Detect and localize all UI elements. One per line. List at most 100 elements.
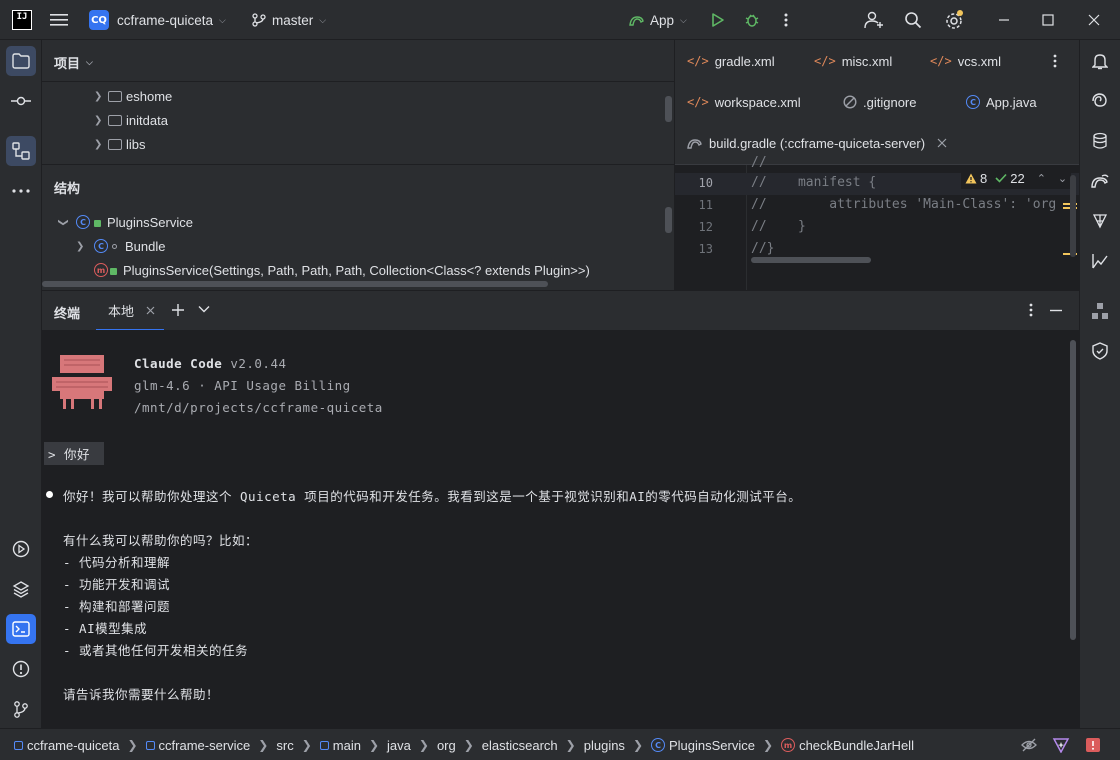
notifications-button[interactable] xyxy=(1085,46,1115,76)
terminal-dropdown-button[interactable] xyxy=(198,305,210,313)
chevron-down-icon: ⌵ xyxy=(219,14,226,25)
breadcrumb-item[interactable]: java xyxy=(387,738,411,753)
run-config-selector[interactable]: App ⌵ xyxy=(629,0,687,40)
breadcrumb-item[interactable]: ccframe-quiceta xyxy=(27,738,119,753)
error-indicator-button[interactable] xyxy=(1086,729,1100,760)
hamburger-icon xyxy=(50,14,68,26)
security-button[interactable] xyxy=(1085,336,1115,366)
breadcrumb-item[interactable]: org xyxy=(437,738,456,753)
plugins-button[interactable] xyxy=(1085,296,1115,326)
tab-gradle-xml[interactable]: </> gradle.xml xyxy=(687,41,775,81)
terminal-tool-button[interactable] xyxy=(6,614,36,644)
maximize-button[interactable] xyxy=(1042,0,1054,40)
horizontal-scrollbar[interactable] xyxy=(751,257,871,263)
code-editor[interactable]: // 10 // manifest { 11 // attributes 'Ma… xyxy=(675,155,1079,291)
tabs-more-button[interactable] xyxy=(1053,41,1057,81)
claude-logo-icon xyxy=(52,355,112,409)
chevron-down-icon xyxy=(198,306,210,313)
breadcrumb-item[interactable]: checkBundleJarHell xyxy=(799,738,914,753)
structure-tool-button[interactable] xyxy=(6,136,36,166)
run-config-name: App xyxy=(650,12,675,28)
tab-local-terminal[interactable]: 本地 xyxy=(96,291,164,331)
public-modifier-icon xyxy=(94,220,101,227)
problems-tool-button[interactable] xyxy=(6,654,36,684)
tab-gitignore[interactable]: .gitignore xyxy=(843,82,916,122)
breadcrumb-item[interactable]: main xyxy=(333,738,361,753)
close-icon xyxy=(1088,14,1100,26)
breadcrumb-item[interactable]: plugins xyxy=(584,738,625,753)
ai-spiral-icon xyxy=(1092,93,1107,107)
maven-button[interactable] xyxy=(1085,206,1115,236)
tree-item-label: libs xyxy=(126,136,146,152)
settings-button[interactable] xyxy=(944,0,964,40)
inspection-widget[interactable]: 8 22 ⌃ ⌄ xyxy=(961,167,1072,189)
more-actions-button[interactable] xyxy=(784,0,788,40)
breadcrumb: ccframe-quiceta ❯ ccframe-service ❯ src … xyxy=(14,729,914,760)
add-user-button[interactable] xyxy=(864,0,884,40)
chevron-up-icon[interactable]: ⌃ xyxy=(1037,172,1046,185)
tree-item-folder[interactable]: ❯ eshome xyxy=(94,84,172,108)
project-selector[interactable]: CQ ccframe-quiceta ⌵ xyxy=(89,0,226,40)
more-tools-button[interactable] xyxy=(6,176,36,206)
profiler-button[interactable] xyxy=(1085,246,1115,276)
package-private-icon xyxy=(112,243,117,249)
close-tab-icon[interactable] xyxy=(146,306,155,315)
debug-button[interactable] xyxy=(744,0,760,40)
bell-icon xyxy=(1092,54,1108,70)
git-tool-button[interactable] xyxy=(6,694,36,724)
gradle-config-icon xyxy=(629,16,644,26)
scrollbar-thumb[interactable] xyxy=(665,96,672,122)
tree-item-folder[interactable]: ❯ initdata xyxy=(94,108,168,132)
horizontal-scrollbar[interactable] xyxy=(42,281,548,287)
plus-icon xyxy=(172,304,184,316)
database-button[interactable] xyxy=(1085,126,1115,156)
structure-item-label: Bundle xyxy=(125,238,166,254)
tab-vcs-xml[interactable]: </> vcs.xml xyxy=(930,41,1001,81)
tab-build-gradle[interactable]: build.gradle (:ccframe-quiceta-server) xyxy=(687,123,947,163)
tab-workspace-xml[interactable]: </> workspace.xml xyxy=(687,82,801,122)
run-button[interactable] xyxy=(711,0,725,40)
structure-item-class[interactable]: ❯ C PluginsService xyxy=(56,210,194,234)
commit-tool-button[interactable] xyxy=(6,86,36,116)
ai-status-button[interactable] xyxy=(1052,729,1070,760)
close-tab-icon[interactable] xyxy=(937,138,947,148)
terminal-scrollbar[interactable] xyxy=(1070,340,1076,640)
search-button[interactable] xyxy=(904,0,922,40)
services-tool-button[interactable] xyxy=(6,534,36,564)
ai-assistant-button[interactable] xyxy=(1085,86,1115,116)
project-panel: 项目 ⌵ ❯ eshome ❯ initdata ❯ libs xyxy=(42,40,674,164)
structure-item-method[interactable]: m PluginsService(Settings, Path, Path, P… xyxy=(94,258,590,282)
gradle-button[interactable] xyxy=(1085,166,1115,196)
breadcrumb-item[interactable]: ccframe-service xyxy=(159,738,251,753)
breadcrumb-item[interactable]: PluginsService xyxy=(669,738,755,753)
folder-icon xyxy=(108,90,122,102)
project-tool-button[interactable] xyxy=(6,46,36,76)
code-line-partial: // xyxy=(751,155,798,170)
minimize-button[interactable] xyxy=(998,0,1010,40)
close-window-button[interactable] xyxy=(1088,0,1100,40)
new-terminal-button[interactable] xyxy=(171,303,185,317)
breadcrumb-item[interactable]: src xyxy=(276,738,293,753)
terminal-output[interactable]: Claude Code v2.0.44 glm-4.6 · API Usage … xyxy=(42,330,1079,728)
response-line: - AI模型集成 xyxy=(63,621,148,636)
folder-icon xyxy=(108,114,122,126)
project-panel-title[interactable]: 项目 ⌵ xyxy=(54,53,93,72)
vertical-scrollbar[interactable] xyxy=(1070,175,1076,257)
no-ai-button[interactable] xyxy=(1021,729,1037,760)
scrollbar-thumb[interactable] xyxy=(665,207,672,233)
breadcrumb-item[interactable]: elasticsearch xyxy=(482,738,558,753)
terminal-options-button[interactable] xyxy=(1029,303,1033,317)
maximize-icon xyxy=(1042,14,1054,26)
chevron-down-icon[interactable]: ⌄ xyxy=(1058,172,1067,185)
tab-misc-xml[interactable]: </> misc.xml xyxy=(814,41,892,81)
class-icon: C xyxy=(94,239,108,253)
branch-selector[interactable]: master ⌵ xyxy=(252,0,326,40)
class-icon: C xyxy=(76,215,90,229)
main-menu-button[interactable] xyxy=(50,0,68,40)
tree-item-folder[interactable]: ❯ libs xyxy=(94,132,146,156)
tab-app-java[interactable]: C App.java xyxy=(966,82,1037,122)
error-icon xyxy=(1086,738,1100,752)
hide-panel-button[interactable] xyxy=(1050,309,1062,312)
layers-tool-button[interactable] xyxy=(6,574,36,604)
structure-item-class[interactable]: ❯ C Bundle xyxy=(76,234,165,258)
